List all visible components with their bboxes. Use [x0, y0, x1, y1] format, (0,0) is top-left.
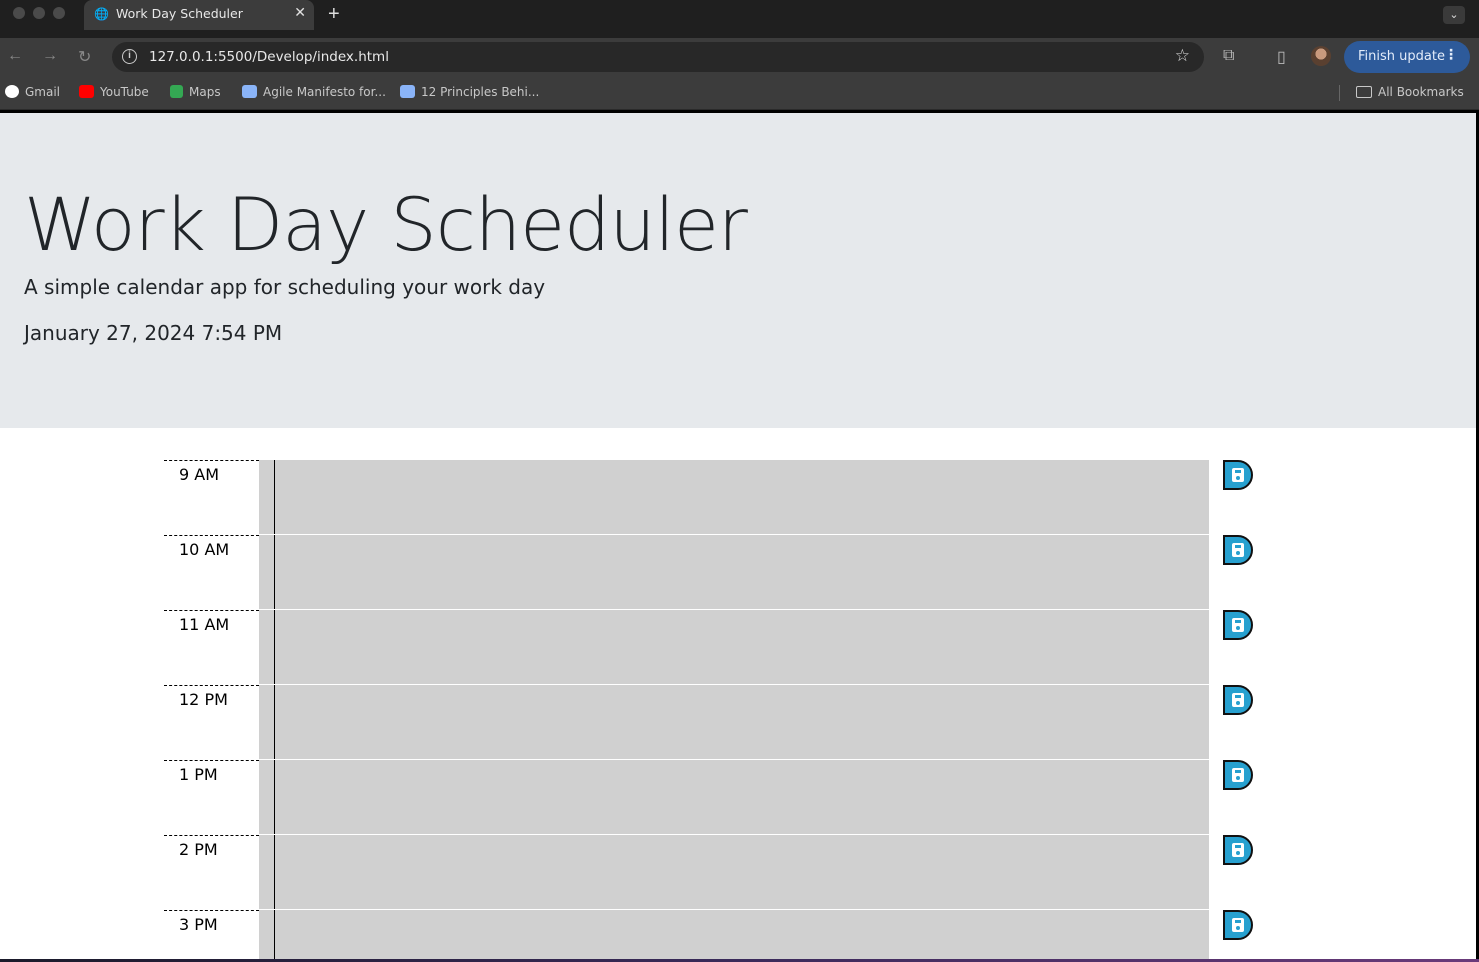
all-bookmarks-button[interactable]: All Bookmarks [1356, 85, 1464, 99]
event-textarea[interactable] [259, 460, 1209, 534]
hour-text: 2 PM [179, 840, 218, 859]
jumbotron: Work Day Scheduler A simple calendar app… [0, 113, 1476, 428]
agile-icon [242, 85, 257, 98]
tab-title: Work Day Scheduler [116, 6, 243, 21]
bookmark-agile-manifesto[interactable]: Agile Manifesto for... [242, 85, 386, 99]
bookmark-label: Gmail [25, 85, 61, 99]
floppy-disk-icon [1232, 843, 1244, 857]
maps-icon [170, 85, 183, 98]
page-subtitle: A simple calendar app for scheduling you… [24, 275, 546, 299]
hour-label: 10 AM [164, 535, 259, 610]
time-block: 12 PM [164, 685, 1264, 760]
bookmark-12-principles[interactable]: 12 Principles Behi... [400, 85, 539, 99]
side-panel-icon[interactable]: ▯ [1277, 47, 1286, 67]
close-window-button[interactable] [13, 7, 25, 19]
floppy-disk-icon [1232, 543, 1244, 557]
bookmark-maps[interactable]: Maps [170, 85, 221, 99]
minimize-window-button[interactable] [33, 7, 45, 19]
url-text[interactable]: 127.0.0.1:5500/Develop/index.html [149, 49, 389, 65]
event-textarea[interactable] [259, 835, 1209, 909]
time-block: 2 PM [164, 835, 1264, 910]
google-icon [5, 85, 19, 98]
finish-update-button[interactable]: Finish update ⋮ [1344, 41, 1470, 73]
back-arrow-icon[interactable]: ← [7, 47, 23, 65]
youtube-icon [79, 85, 94, 98]
tab-search-chevron-icon[interactable]: ⌄ [1443, 6, 1465, 24]
floppy-disk-icon [1232, 918, 1244, 932]
event-textarea[interactable] [259, 610, 1209, 684]
folder-icon [1356, 86, 1372, 98]
bookmarks-bar: Gmail YouTube Maps Agile Manifesto for..… [0, 76, 1479, 110]
page-content: Work Day Scheduler A simple calendar app… [0, 113, 1476, 959]
event-textarea[interactable] [259, 535, 1209, 609]
bookmark-star-icon[interactable]: ☆ [1175, 46, 1190, 66]
save-button[interactable] [1223, 760, 1253, 790]
text-cursor [274, 610, 275, 684]
bookmark-label: YouTube [100, 85, 149, 99]
more-vertical-icon: ⋮ [1444, 47, 1458, 63]
extensions-puzzle-icon[interactable]: ⧉ [1223, 47, 1234, 65]
hour-label: 9 AM [164, 460, 259, 535]
bookmark-label: Agile Manifesto for... [263, 85, 386, 99]
bookmark-label: Maps [189, 85, 221, 99]
browser-titlebar: 🌐 Work Day Scheduler ✕ + ⌄ [0, 0, 1479, 38]
hour-text: 10 AM [179, 540, 230, 559]
close-tab-icon[interactable]: ✕ [294, 4, 306, 21]
finish-update-label: Finish update [1358, 49, 1445, 64]
time-block: 9 AM [164, 460, 1264, 535]
floppy-disk-icon [1232, 468, 1244, 482]
save-button[interactable] [1223, 685, 1253, 715]
address-bar[interactable]: i 127.0.0.1:5500/Develop/index.html ☆ [112, 42, 1204, 72]
agile-icon [400, 85, 415, 98]
hour-label: 3 PM [164, 910, 259, 959]
browser-tab[interactable]: 🌐 Work Day Scheduler ✕ [84, 0, 314, 30]
text-cursor [274, 835, 275, 909]
all-bookmarks-label: All Bookmarks [1378, 85, 1464, 99]
globe-icon: 🌐 [94, 7, 109, 21]
save-button[interactable] [1223, 460, 1253, 490]
floppy-disk-icon [1232, 768, 1244, 782]
save-button[interactable] [1223, 835, 1253, 865]
page-title: Work Day Scheduler [24, 183, 748, 268]
hour-text: 11 AM [179, 615, 230, 634]
save-button[interactable] [1223, 610, 1253, 640]
hour-text: 3 PM [179, 915, 218, 934]
bookmark-youtube[interactable]: YouTube [79, 85, 149, 99]
hour-label: 12 PM [164, 685, 259, 760]
floppy-disk-icon [1232, 693, 1244, 707]
hour-text: 12 PM [179, 690, 228, 709]
bookmark-gmail[interactable]: Gmail [5, 85, 60, 99]
text-cursor [274, 910, 275, 959]
text-cursor [274, 685, 275, 759]
event-textarea[interactable] [259, 760, 1209, 834]
save-button[interactable] [1223, 535, 1253, 565]
time-block: 11 AM [164, 610, 1264, 685]
zoom-window-button[interactable] [53, 7, 65, 19]
time-block: 3 PM [164, 910, 1264, 959]
bookmark-label: 12 Principles Behi... [421, 85, 540, 99]
bookmarks-divider [1339, 85, 1340, 101]
event-textarea[interactable] [259, 910, 1209, 959]
site-info-icon[interactable]: i [122, 49, 137, 64]
current-day: January 27, 2024 7:54 PM [24, 321, 283, 345]
time-block: 10 AM [164, 535, 1264, 610]
event-textarea[interactable] [259, 685, 1209, 759]
save-button[interactable] [1223, 910, 1253, 940]
hour-label: 1 PM [164, 760, 259, 835]
hour-text: 1 PM [179, 765, 218, 784]
hour-label: 2 PM [164, 835, 259, 910]
text-cursor [274, 760, 275, 834]
hour-label: 11 AM [164, 610, 259, 685]
browser-toolbar: ← → ↻ i 127.0.0.1:5500/Develop/index.htm… [0, 38, 1479, 76]
reload-icon[interactable]: ↻ [78, 47, 91, 67]
text-cursor [274, 535, 275, 609]
floppy-disk-icon [1232, 618, 1244, 632]
time-block: 1 PM [164, 760, 1264, 835]
text-cursor [274, 460, 275, 534]
profile-avatar[interactable] [1311, 46, 1331, 66]
hour-text: 9 AM [179, 465, 220, 484]
forward-arrow-icon[interactable]: → [42, 47, 58, 65]
new-tab-icon[interactable]: + [328, 3, 340, 26]
